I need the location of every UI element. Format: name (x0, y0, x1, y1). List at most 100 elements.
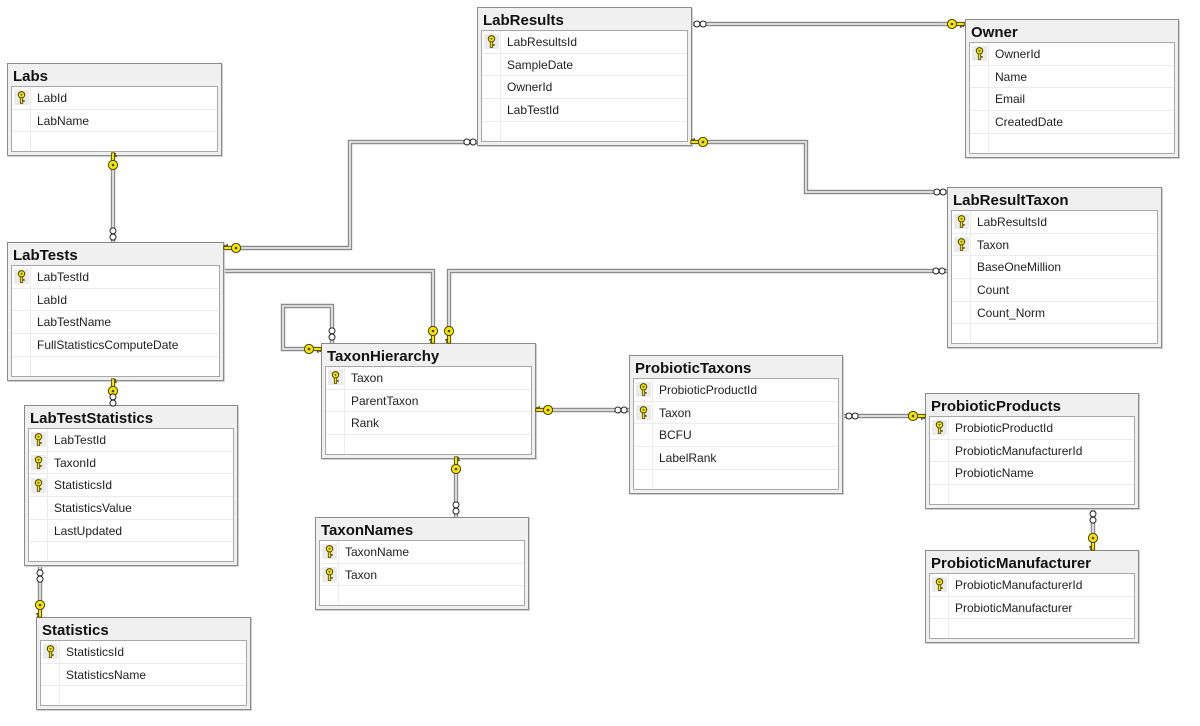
row-selector[interactable] (634, 447, 653, 469)
row-selector[interactable] (482, 99, 501, 121)
column-row[interactable]: ProbioticManufacturerId (930, 574, 1134, 597)
row-selector[interactable] (29, 519, 48, 542)
column-row[interactable]: Email (970, 88, 1174, 112)
row-selector[interactable] (970, 43, 989, 65)
column-row[interactable]: Taxon (952, 233, 1157, 257)
row-selector[interactable] (482, 76, 501, 99)
column-row[interactable]: Name (970, 65, 1174, 89)
new-column-row[interactable] (970, 133, 1174, 153)
new-column-row[interactable] (326, 435, 531, 455)
row-selector[interactable] (482, 31, 501, 53)
column-row[interactable]: FullStatisticsComputeDate (12, 334, 219, 357)
row-selector[interactable] (12, 132, 31, 152)
column-row[interactable]: LabResultsId (952, 211, 1157, 234)
new-column-row[interactable] (12, 132, 217, 152)
row-selector[interactable] (952, 301, 971, 324)
table-taxon-names[interactable]: TaxonNames TaxonName Taxon (315, 517, 529, 611)
column-row[interactable]: Count_Norm (952, 301, 1157, 325)
row-selector[interactable] (29, 474, 48, 497)
column-row[interactable]: ProbioticManufacturer (930, 596, 1134, 620)
relationship-line-lab-result-taxon-to-taxon-hierarchy[interactable] (446, 268, 947, 343)
row-selector[interactable] (12, 311, 31, 334)
column-row[interactable]: ParentTaxon (326, 389, 531, 413)
column-row[interactable]: LabId (12, 288, 219, 312)
column-row[interactable]: BaseOneMillion (952, 256, 1157, 280)
row-selector[interactable] (952, 211, 971, 233)
row-selector[interactable] (41, 686, 60, 706)
new-column-row[interactable] (634, 469, 838, 489)
column-row[interactable]: ProbioticName (930, 462, 1134, 486)
column-row[interactable]: ProbioticProductId (634, 379, 838, 402)
row-selector[interactable] (970, 65, 989, 88)
row-selector[interactable] (320, 563, 339, 586)
row-selector[interactable] (12, 87, 31, 109)
table-lab-results[interactable]: LabResults LabResultsId SampleDate OwnerId L… (477, 7, 692, 146)
row-selector[interactable] (12, 266, 31, 288)
row-selector[interactable] (970, 88, 989, 111)
column-row[interactable]: StatisticsId (41, 641, 246, 664)
row-selector[interactable] (970, 111, 989, 133)
column-row[interactable]: Taxon (634, 401, 838, 425)
column-row[interactable]: Rank (326, 412, 531, 436)
row-selector[interactable] (29, 542, 48, 562)
table-lab-test-statistics[interactable]: LabTestStatistics LabTestId TaxonId Statist… (24, 405, 238, 567)
column-row[interactable]: ProbioticManufacturerId (930, 439, 1134, 463)
row-selector[interactable] (634, 401, 653, 424)
table-taxon-hierarchy[interactable]: TaxonHierarchy Taxon ParentTaxon Rank (321, 343, 536, 460)
row-selector[interactable] (41, 641, 60, 663)
row-selector[interactable] (29, 429, 48, 451)
row-selector[interactable] (326, 435, 345, 455)
table-statistics[interactable]: Statistics StatisticsId StatisticsName (36, 617, 251, 711)
row-selector[interactable] (930, 462, 949, 485)
column-row[interactable]: TaxonId (29, 451, 233, 475)
column-row[interactable]: Count (952, 279, 1157, 302)
column-row[interactable]: OwnerId (482, 76, 687, 100)
row-selector[interactable] (952, 324, 971, 344)
column-row[interactable]: LabTestId (482, 99, 687, 122)
new-column-row[interactable] (482, 121, 687, 141)
column-row[interactable]: LabId (12, 87, 217, 110)
row-selector[interactable] (326, 389, 345, 412)
column-row[interactable]: LabTestName (12, 311, 219, 335)
row-selector[interactable] (12, 288, 31, 311)
relationship-line-lab-results-to-lab-tests[interactable] (224, 139, 477, 251)
table-probiotic-products[interactable]: ProbioticProducts ProbioticProductId Probi… (925, 393, 1139, 510)
row-selector[interactable] (952, 279, 971, 301)
row-selector[interactable] (970, 133, 989, 153)
row-selector[interactable] (29, 497, 48, 519)
row-selector[interactable] (634, 424, 653, 447)
column-row[interactable]: Taxon (326, 367, 531, 390)
column-row[interactable]: Taxon (320, 563, 524, 587)
row-selector[interactable] (12, 356, 31, 376)
row-selector[interactable] (930, 574, 949, 596)
row-selector[interactable] (320, 586, 339, 606)
column-row[interactable]: BCFU (634, 424, 838, 448)
column-row[interactable]: SampleDate (482, 53, 687, 77)
table-lab-result-taxon[interactable]: LabResultTaxon LabResultsId Taxon BaseOneMi… (947, 187, 1162, 349)
relationship-line-lab-result-taxon-to-lab-results[interactable] (692, 139, 947, 195)
table-lab-tests[interactable]: LabTests LabTestId LabId LabTestName FullSta… (7, 242, 224, 381)
new-column-row[interactable] (41, 686, 246, 706)
column-row[interactable]: ProbioticProductId (930, 417, 1134, 440)
row-selector[interactable] (482, 121, 501, 141)
column-row[interactable]: LabTestId (12, 266, 219, 289)
row-selector[interactable] (12, 109, 31, 132)
row-selector[interactable] (326, 412, 345, 435)
column-row[interactable]: StatisticsId (29, 474, 233, 498)
row-selector[interactable] (930, 417, 949, 439)
row-selector[interactable] (326, 367, 345, 389)
row-selector[interactable] (952, 233, 971, 256)
table-owner[interactable]: Owner OwnerId Name Email CreatedDate (965, 19, 1179, 158)
column-row[interactable]: CreatedDate (970, 111, 1174, 134)
column-row[interactable]: LabName (12, 109, 217, 133)
row-selector[interactable] (930, 596, 949, 619)
table-labs[interactable]: Labs LabId LabName (7, 63, 222, 157)
column-row[interactable]: OwnerId (970, 43, 1174, 66)
table-probiotic-taxons[interactable]: ProbioticTaxons ProbioticProductId Taxon BC… (629, 355, 843, 494)
new-column-row[interactable] (930, 619, 1134, 639)
database-diagram-canvas[interactable]: Labs LabId LabName LabResults LabResultsId Sa… (0, 0, 1200, 726)
new-column-row[interactable] (320, 586, 524, 606)
new-column-row[interactable] (29, 542, 233, 562)
table-probiotic-manufacturer[interactable]: ProbioticManufacturer ProbioticManufactur… (925, 550, 1139, 644)
column-row[interactable]: StatisticsName (41, 663, 246, 687)
